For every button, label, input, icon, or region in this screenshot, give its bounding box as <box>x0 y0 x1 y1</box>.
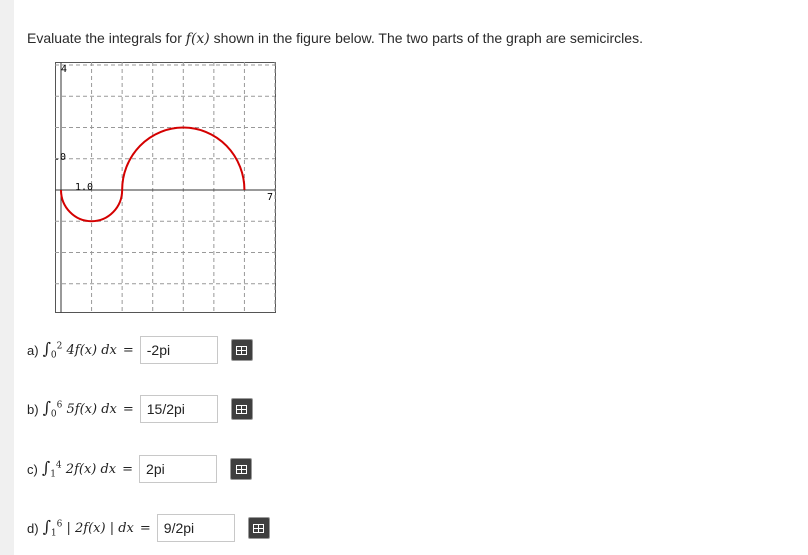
question-d-expression: ∫16 | 2f(x) | dx <box>43 517 134 539</box>
answer-d-input[interactable]: 9/2pi <box>156 514 235 542</box>
integrand: | 2f(x) | dx <box>66 521 134 537</box>
x-max-label: 7 <box>267 192 273 203</box>
integral-sign: ∫ <box>42 517 51 537</box>
question-c-expression: ∫14 2f(x) dx <box>42 458 116 480</box>
integral-sign: ∫ <box>41 458 51 478</box>
function-graph: 4 -4 -1 7 1.0 1.0 <box>55 62 276 313</box>
question-a: a) ∫02 4f(x) dx = -2pi <box>27 334 253 366</box>
equals-sign: = <box>139 520 151 536</box>
upper-limit: 4 <box>55 460 62 471</box>
question-b-label: b) <box>27 401 39 417</box>
integral-sign: ∫ <box>42 339 51 359</box>
equals-sign: = <box>122 342 134 358</box>
equation-editor-icon[interactable] <box>247 517 270 539</box>
integrand: 5f(x) dx <box>66 402 117 418</box>
question-d-label: d) <box>27 520 39 536</box>
question-a-label: a) <box>27 342 39 358</box>
question-c: c) ∫14 2f(x) dx = 2pi <box>27 453 253 485</box>
equation-editor-icon[interactable] <box>230 339 253 361</box>
integral-sign: ∫ <box>42 398 51 418</box>
equation-editor-icon[interactable] <box>230 398 253 420</box>
integrand: 4f(x) dx <box>66 343 117 359</box>
integrand: 2f(x) dx <box>65 462 117 478</box>
answer-b-input[interactable]: 15/2pi <box>139 395 218 423</box>
lower-limit: 1 <box>50 528 57 539</box>
question-b: b) ∫06 5f(x) dx = 15/2pi <box>27 393 253 425</box>
equation-editor-icon[interactable] <box>230 458 253 480</box>
lower-limit: 0 <box>50 350 57 361</box>
answer-a-input[interactable]: -2pi <box>139 336 218 364</box>
upper-limit: 6 <box>56 519 63 530</box>
x-tick-label: 1.0 <box>75 182 93 193</box>
question-prompt: Evaluate the integrals for f(x) shown in… <box>27 30 643 47</box>
answer-c-input[interactable]: 2pi <box>139 455 218 483</box>
question-d: d) ∫16 | 2f(x) | dx = 9/2pi <box>27 512 270 544</box>
prompt-function: f(x) <box>185 31 210 47</box>
upper-limit: 6 <box>56 400 63 411</box>
lower-limit: 1 <box>50 469 56 480</box>
equals-sign: = <box>122 461 134 477</box>
question-c-label: c) <box>27 461 38 477</box>
y-max-label: 4 <box>61 64 67 75</box>
prompt-text-before: Evaluate the integrals for <box>27 30 186 46</box>
equals-sign: = <box>122 401 134 417</box>
upper-limit: 2 <box>56 341 63 352</box>
question-a-expression: ∫02 4f(x) dx <box>43 339 117 361</box>
y-tick-label: 1.0 <box>55 152 66 163</box>
question-b-expression: ∫06 5f(x) dx <box>43 398 117 420</box>
lower-limit: 0 <box>50 409 57 420</box>
prompt-text-after: shown in the figure below. The two parts… <box>209 30 643 46</box>
